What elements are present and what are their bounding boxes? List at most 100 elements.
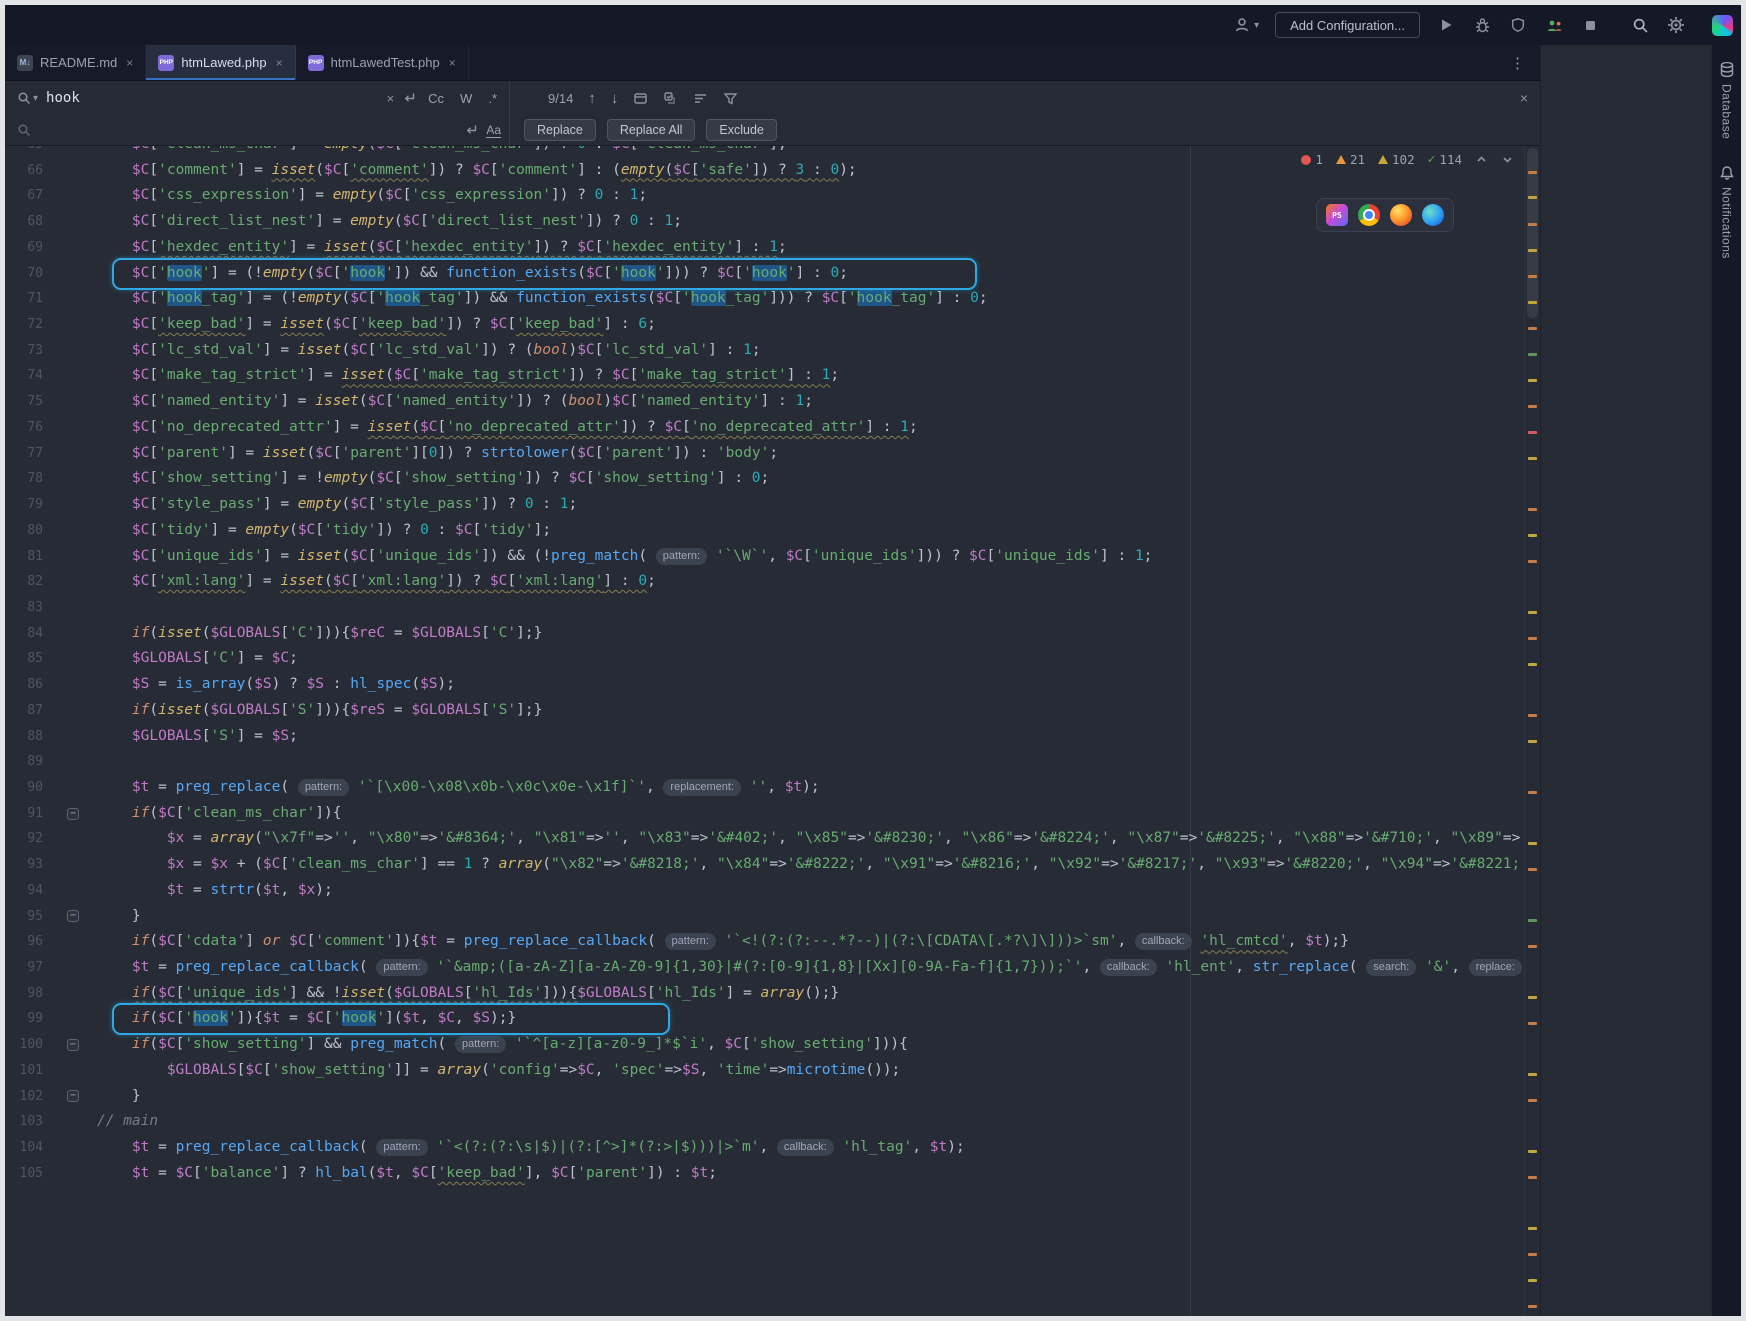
tab-htmlawedtest[interactable]: PHP htmLawedTest.php × bbox=[296, 45, 469, 80]
error-count[interactable]: 1 bbox=[1301, 152, 1323, 167]
stripe-mark[interactable] bbox=[1528, 353, 1537, 356]
code-text[interactable]: if($C['show_setting'] && preg_match( pat… bbox=[97, 1032, 1524, 1058]
code-text[interactable]: $C['no_deprecated_attr'] = isset($C['no_… bbox=[97, 415, 1524, 441]
code-text[interactable] bbox=[97, 595, 1524, 621]
open-results-icon[interactable] bbox=[633, 91, 648, 106]
stripe-mark[interactable] bbox=[1528, 1073, 1537, 1076]
stripe-mark[interactable] bbox=[1528, 457, 1537, 460]
previous-occurrence-icon[interactable]: ↑ bbox=[588, 90, 596, 107]
code-text[interactable]: if(isset($GLOBALS['C'])){$reC = $GLOBALS… bbox=[97, 621, 1524, 647]
stripe-mark[interactable] bbox=[1528, 1253, 1537, 1256]
fold-toggle-icon[interactable]: − bbox=[67, 808, 79, 820]
stripe-mark[interactable] bbox=[1528, 196, 1537, 199]
code-text[interactable]: $C['style_pass'] = empty($C['style_pass'… bbox=[97, 492, 1524, 518]
select-all-occurrences-icon[interactable] bbox=[663, 91, 678, 106]
stripe-mark[interactable] bbox=[1528, 868, 1537, 871]
code-text[interactable]: $C['hook_tag'] = (!empty($C['hook_tag'])… bbox=[97, 286, 1524, 312]
fold-toggle-icon[interactable]: − bbox=[67, 1090, 79, 1102]
code-text[interactable]: if($C['clean_ms_char']){ bbox=[97, 801, 1524, 827]
code-text[interactable]: $C['make_tag_strict'] = isset($C['make_t… bbox=[97, 363, 1524, 389]
code-text[interactable]: } bbox=[97, 904, 1524, 930]
stripe-mark[interactable] bbox=[1528, 714, 1537, 717]
code-text[interactable]: $t = preg_replace( pattern: '`[\x00-\x08… bbox=[97, 775, 1524, 801]
stripe-mark[interactable] bbox=[1528, 534, 1537, 537]
weak-warning-count[interactable]: 102 bbox=[1378, 152, 1415, 167]
code-text[interactable]: $GLOBALS['C'] = $C; bbox=[97, 646, 1524, 672]
filter-lines-icon[interactable] bbox=[693, 91, 708, 106]
code-text[interactable]: $S = is_array($S) ? $S : hl_spec($S); bbox=[97, 672, 1524, 698]
regex-toggle[interactable]: .* bbox=[484, 89, 501, 108]
stripe-mark[interactable] bbox=[1528, 1150, 1537, 1153]
coverage-icon[interactable] bbox=[1508, 15, 1528, 35]
editor[interactable]: 65$C['clean_ms_char'] = empty($C['clean_… bbox=[5, 146, 1540, 1316]
stripe-mark[interactable] bbox=[1528, 791, 1537, 794]
user-menu[interactable]: ▾ bbox=[1233, 16, 1259, 34]
clear-search-icon[interactable]: × bbox=[387, 91, 395, 106]
stripe-mark[interactable] bbox=[1528, 249, 1537, 252]
code-text[interactable]: $C['css_expression'] = empty($C['css_exp… bbox=[97, 183, 1524, 209]
stripe-mark[interactable] bbox=[1528, 327, 1537, 330]
code-text[interactable]: $GLOBALS[$C['show_setting']] = array('co… bbox=[97, 1058, 1524, 1084]
stripe-mark[interactable] bbox=[1528, 996, 1537, 999]
code-text[interactable]: $C['lc_std_val'] = isset($C['lc_std_val'… bbox=[97, 338, 1524, 364]
stripe-mark[interactable] bbox=[1528, 405, 1537, 408]
stop-icon[interactable] bbox=[1580, 15, 1600, 35]
stripe-mark[interactable] bbox=[1528, 1022, 1537, 1025]
code-text[interactable]: $t = strtr($t, $x); bbox=[97, 878, 1524, 904]
code-text[interactable]: $C['named_entity'] = isset($C['named_ent… bbox=[97, 389, 1524, 415]
ide-logo-icon[interactable] bbox=[1712, 15, 1733, 36]
code-text[interactable]: $t = $C['balance'] ? hl_bal($t, $C['keep… bbox=[97, 1161, 1524, 1187]
stripe-mark[interactable] bbox=[1528, 223, 1537, 226]
stripe-mark[interactable] bbox=[1528, 171, 1537, 174]
code-text[interactable]: $x = array("\x7f"=>'', "\x80"=>'&#8364;'… bbox=[97, 826, 1524, 852]
code-text[interactable]: if(isset($GLOBALS['S'])){$reS = $GLOBALS… bbox=[97, 698, 1524, 724]
code-text[interactable]: $C['parent'] = isset($C['parent'][0]) ? … bbox=[97, 441, 1524, 467]
replace-all-button[interactable]: Replace All bbox=[607, 119, 696, 141]
settings-gear-icon[interactable] bbox=[1666, 15, 1686, 35]
stripe-mark[interactable] bbox=[1528, 637, 1537, 640]
tab-htmlawed[interactable]: PHP htmLawed.php × bbox=[146, 45, 295, 80]
phpstorm-icon[interactable]: PS bbox=[1326, 204, 1348, 226]
stripe-mark[interactable] bbox=[1528, 740, 1537, 743]
stripe-mark[interactable] bbox=[1528, 431, 1537, 434]
search-icon[interactable] bbox=[1630, 15, 1650, 35]
stripe-mark[interactable] bbox=[1528, 379, 1537, 382]
code-text[interactable] bbox=[97, 749, 1524, 775]
warning-count[interactable]: 21 bbox=[1336, 152, 1365, 167]
tool-button-notifications[interactable]: Notifications bbox=[1719, 165, 1735, 259]
debug-icon[interactable] bbox=[1472, 15, 1492, 35]
stripe-mark[interactable] bbox=[1528, 842, 1537, 845]
stripe-mark[interactable] bbox=[1528, 611, 1537, 614]
search-field-icon[interactable]: ▾ bbox=[17, 91, 38, 105]
prev-highlight-icon[interactable] bbox=[1475, 153, 1488, 166]
next-highlight-icon[interactable] bbox=[1501, 153, 1514, 166]
code-text[interactable]: // main bbox=[97, 1109, 1524, 1135]
chrome-icon[interactable] bbox=[1358, 204, 1380, 226]
code-text[interactable]: $t = preg_replace_callback( pattern: '`&… bbox=[97, 955, 1524, 981]
tab-readme[interactable]: M↓ README.md × bbox=[5, 45, 146, 80]
code-with-me-icon[interactable] bbox=[1544, 15, 1564, 35]
newline-icon[interactable] bbox=[402, 91, 416, 105]
code-text[interactable]: if($C['hook']){$t = $C['hook']($t, $C, $… bbox=[97, 1006, 1524, 1032]
replace-field[interactable]: Aa bbox=[5, 115, 510, 145]
stripe-mark[interactable] bbox=[1528, 1279, 1537, 1282]
code-text[interactable]: $x = $x + ($C['clean_ms_char'] == 1 ? ar… bbox=[97, 852, 1524, 878]
code-text[interactable]: $C['direct_list_nest'] = empty($C['direc… bbox=[97, 209, 1524, 235]
code-text[interactable]: $C['hexdec_entity'] = isset($C['hexdec_e… bbox=[97, 235, 1524, 261]
close-find-icon[interactable]: × bbox=[1520, 90, 1528, 106]
stripe-mark[interactable] bbox=[1528, 919, 1537, 922]
stripe-mark[interactable] bbox=[1528, 275, 1537, 278]
tab-options-icon[interactable]: ⋮ bbox=[1510, 45, 1525, 80]
replace-button[interactable]: Replace bbox=[524, 119, 596, 141]
run-icon[interactable] bbox=[1436, 15, 1456, 35]
code-text[interactable]: $C['unique_ids'] = isset($C['unique_ids'… bbox=[97, 544, 1524, 570]
stripe-mark[interactable] bbox=[1528, 508, 1537, 511]
code-text[interactable]: } bbox=[97, 1084, 1524, 1110]
stripe-mark[interactable] bbox=[1528, 301, 1537, 304]
code-text[interactable]: if($C['unique_ids'] && !isset($GLOBALS['… bbox=[97, 981, 1524, 1007]
search-filter-icon[interactable] bbox=[723, 91, 738, 106]
stripe-mark[interactable] bbox=[1528, 1305, 1537, 1308]
exclude-button[interactable]: Exclude bbox=[706, 119, 776, 141]
next-occurrence-icon[interactable]: ↓ bbox=[611, 90, 619, 107]
passed-count[interactable]: ✓114 bbox=[1428, 152, 1462, 167]
